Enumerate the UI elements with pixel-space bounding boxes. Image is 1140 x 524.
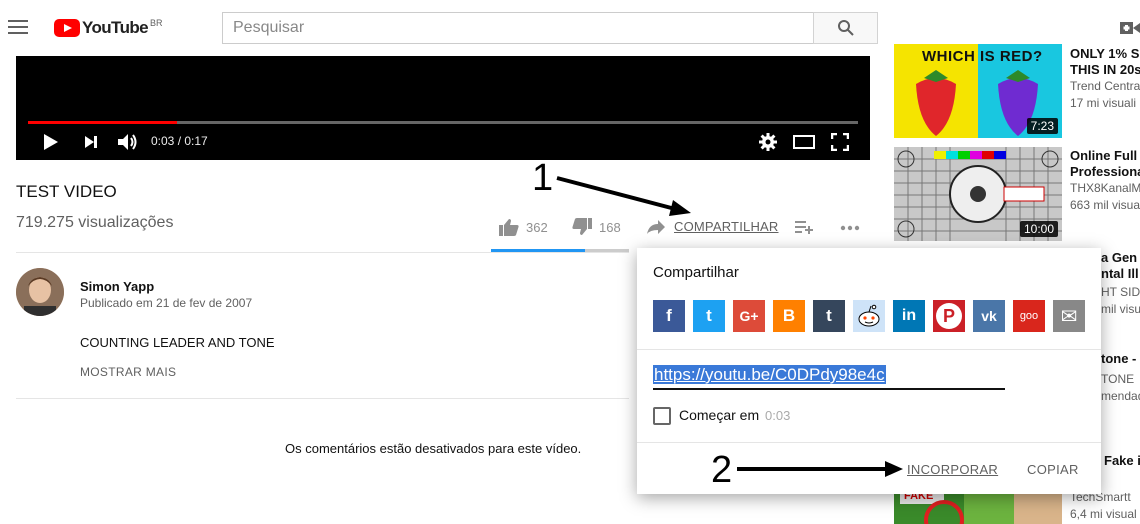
rec-views: 6,4 mi visual (1070, 507, 1137, 521)
share-dialog-title: Compartilhar (653, 264, 739, 281)
country-code: BR (150, 18, 163, 28)
create-video-icon[interactable] (1120, 20, 1140, 36)
add-to-playlist-icon[interactable] (795, 219, 813, 235)
rec-title-line[interactable]: Professiona (1070, 164, 1140, 180)
progress-fill (28, 121, 177, 124)
rec-title-line[interactable]: Online Full (1070, 148, 1140, 164)
divider (16, 398, 629, 399)
rec-channel: HT SID (1101, 285, 1140, 299)
youtube-logo[interactable]: YouTube BR (54, 17, 163, 39)
like-button[interactable]: 362 (499, 218, 548, 236)
search-icon (837, 20, 854, 36)
twitter-icon: t (706, 306, 712, 325)
rec-views: 17 mi visuali (1070, 96, 1137, 110)
video-duration: 7:23 (1026, 118, 1058, 134)
view-count: 719.275 visualizações (16, 214, 174, 231)
start-at-checkbox[interactable] (653, 407, 671, 425)
theater-mode-icon[interactable] (793, 135, 815, 149)
rec-thumbnail[interactable]: FAKE (894, 490, 1062, 524)
share-url-text[interactable]: https://youtu.be/C0DPdy98e4c (653, 365, 886, 384)
comments-disabled-message: Os comentários estão desativados para es… (285, 441, 582, 456)
share-google-plus-button[interactable]: G+ (733, 300, 765, 332)
share-goo-button[interactable]: goo (1013, 300, 1045, 332)
channel-name[interactable]: Simon Yapp (80, 279, 154, 294)
annotation-number-2: 2 (711, 449, 733, 491)
share-pinterest-button[interactable]: P (933, 300, 965, 332)
rec-title-line[interactable]: THIS IN 20s (1070, 62, 1140, 78)
start-at-time[interactable]: 0:03 (765, 408, 790, 423)
embed-button[interactable]: INCORPORAR (907, 462, 998, 477)
like-count: 362 (526, 219, 548, 235)
volume-icon[interactable] (117, 132, 139, 152)
rec-thumbnail[interactable]: WHICH IS RED? 7:23 (894, 44, 1062, 138)
thumbnail-caption: WHICH IS RED? (922, 48, 1043, 65)
rec-title-line[interactable]: ntal Ill (1101, 266, 1140, 282)
divider (16, 252, 629, 253)
time-display: 0:03 / 0:17 (151, 134, 208, 148)
start-at-label: Começar em (679, 407, 760, 423)
rec-title-line[interactable]: Fake i (1104, 453, 1140, 469)
dialog-divider (637, 442, 1101, 443)
share-facebook-button[interactable]: f (653, 300, 685, 332)
blogger-icon: B (782, 306, 796, 325)
rec-title-line[interactable]: tone - I (1101, 351, 1140, 367)
linkedin-icon: in (901, 307, 917, 324)
share-linkedin-button[interactable]: in (893, 300, 925, 332)
next-icon[interactable] (83, 134, 99, 150)
rec-views: mil visua (1101, 302, 1140, 316)
video-duration: 10:00 (1019, 221, 1058, 237)
rec-title-line[interactable]: ONLY 1% SEE (1070, 46, 1140, 62)
share-vk-button[interactable]: vk (973, 300, 1005, 332)
video-player[interactable] (16, 56, 870, 160)
rec-channel: THX8KanalM (1070, 181, 1140, 195)
rec-title-line[interactable]: a Gen (1101, 250, 1140, 266)
rec-channel: TONE (1101, 372, 1135, 386)
annotation-arrow-1 (556, 176, 691, 216)
share-twitter-button[interactable]: t (693, 300, 725, 332)
rec-thumbnail[interactable]: 10:00 (894, 147, 1062, 241)
more-actions-icon[interactable] (840, 225, 860, 231)
share-tumblr-button[interactable]: t (813, 300, 845, 332)
pinterest-icon: P (936, 303, 962, 329)
rec-views: mendad (1101, 389, 1140, 403)
logo-text: YouTube (82, 18, 149, 37)
facebook-icon: f (666, 306, 672, 325)
annotation-number-1: 1 (532, 157, 554, 199)
dialog-divider (637, 349, 1101, 350)
youtube-play-icon (54, 19, 80, 37)
goo-icon: goo (1019, 310, 1039, 322)
channel-avatar[interactable] (16, 268, 64, 316)
google-plus-icon: G+ (739, 308, 759, 324)
settings-gear-icon[interactable] (759, 133, 777, 151)
share-reddit-button[interactable]: r (853, 300, 885, 332)
published-date: Publicado em 21 de fev de 2007 (80, 296, 253, 310)
search-input[interactable]: Pesquisar (222, 12, 814, 44)
rec-views: 663 mil visua (1070, 198, 1140, 212)
share-blogger-button[interactable]: B (773, 300, 805, 332)
video-title: TEST VIDEO (16, 182, 117, 201)
email-icon: ✉ (1060, 305, 1078, 328)
play-icon[interactable] (41, 132, 61, 152)
show-more-button[interactable]: MOSTRAR MAIS (80, 365, 176, 379)
video-description: COUNTING LEADER AND TONE (80, 335, 275, 350)
vk-icon: vk (981, 308, 997, 324)
rec-channel: Trend Centra (1070, 79, 1140, 93)
copy-button[interactable]: COPIAR (1027, 462, 1079, 477)
hamburger-menu-icon[interactable] (8, 20, 28, 36)
share-email-button[interactable]: ✉ (1053, 300, 1085, 332)
share-url-field[interactable]: https://youtu.be/C0DPdy98e4c (653, 365, 1005, 390)
thumbs-up-icon (499, 219, 519, 236)
fullscreen-icon[interactable] (831, 133, 849, 151)
tumblr-icon: t (826, 306, 832, 325)
reddit-icon (858, 304, 880, 327)
search-button[interactable] (813, 12, 878, 44)
annotation-arrow-2 (737, 461, 903, 477)
